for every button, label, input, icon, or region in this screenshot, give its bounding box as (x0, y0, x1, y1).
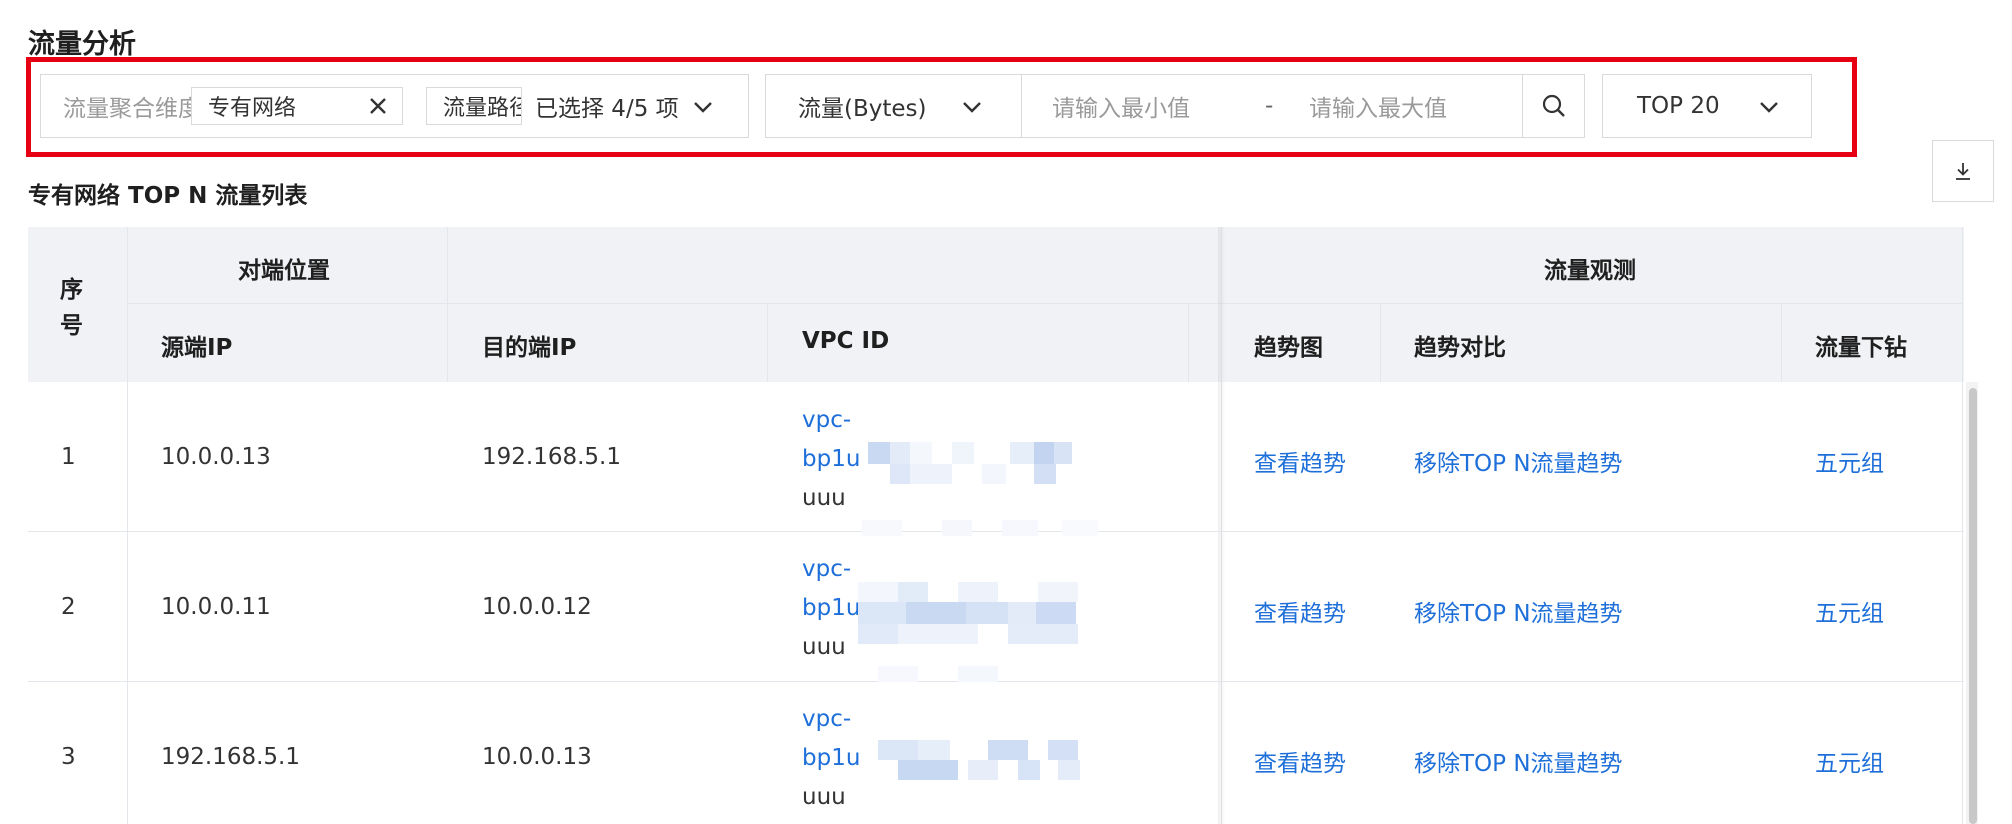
chevron-down-icon (694, 102, 712, 113)
dimension-select[interactable]: 流量聚合维度 专有网络 流量路径 已选择 4/5 项 (40, 74, 749, 138)
remove-compare-link[interactable]: 移除TOP N流量趋势 (1414, 744, 1623, 778)
row-seq: 1 (61, 444, 76, 470)
row-dst-ip: 10.0.0.13 (482, 744, 592, 770)
divider (767, 303, 768, 382)
min-input[interactable]: 请输入最小值 (1052, 89, 1190, 123)
remove-compare-link[interactable]: 移除TOP N流量趋势 (1414, 594, 1623, 628)
chevron-down-icon (963, 102, 981, 113)
five-tuple-link[interactable]: 五元组 (1815, 444, 1884, 478)
divider (447, 227, 448, 382)
close-icon[interactable] (366, 94, 390, 118)
vpc-id-line1: vpc- (802, 556, 852, 582)
header-drill: 流量下钻 (1815, 335, 1907, 361)
header-seq: 序号 (60, 277, 83, 339)
sticky-shadow (1218, 227, 1226, 824)
vpc-id-line3: uuu (802, 485, 846, 511)
vpc-id-line3: uuu (802, 634, 846, 660)
divider (1962, 227, 1963, 824)
divider (1781, 303, 1782, 382)
row-src-ip: 10.0.0.11 (161, 594, 271, 620)
redacted-mosaic (878, 740, 1080, 780)
header-compare: 趋势对比 (1414, 335, 1506, 361)
metric-value: 流量(Bytes) (798, 96, 927, 122)
search-button[interactable] (1522, 74, 1585, 138)
max-input[interactable]: 请输入最大值 (1309, 89, 1447, 123)
range-input: 请输入最小值 - 请输入最大值 (1021, 74, 1524, 138)
vpc-id-line2: bp1u (802, 745, 861, 771)
top-n-value: TOP 20 (1637, 93, 1720, 119)
tag-path: 流量路径 (426, 87, 522, 125)
redacted-mosaic (858, 582, 1078, 682)
table-title: 专有网络 TOP N 流量列表 (28, 183, 308, 209)
header-vpc-id: VPC ID (802, 328, 890, 354)
view-trend-link[interactable]: 查看趋势 (1254, 444, 1346, 478)
dimension-label: 流量聚合维度 (63, 96, 201, 122)
tag-vpc: 专有网络 (191, 87, 403, 125)
range-separator: - (1265, 93, 1274, 119)
divider (1380, 303, 1381, 382)
row-src-ip: 10.0.0.13 (161, 444, 271, 470)
download-button[interactable] (1932, 140, 1994, 202)
divider (127, 227, 128, 824)
chevron-down-icon (1760, 102, 1778, 113)
row-seq: 2 (61, 594, 76, 620)
header-dst-ip: 目的端IP (482, 335, 577, 361)
vpc-id-line1: vpc- (802, 706, 852, 732)
scrollbar-thumb[interactable] (1969, 388, 1977, 824)
redacted-mosaic (862, 442, 1098, 536)
view-trend-link[interactable]: 查看趋势 (1254, 744, 1346, 778)
row-src-ip: 192.168.5.1 (161, 744, 300, 770)
row-vpc-id[interactable]: vpc- bp1u uuu (802, 401, 860, 518)
vpc-id-line2: bp1u (802, 446, 861, 472)
vpc-id-line1: vpc- (802, 407, 852, 433)
tag-label: 流量路径 (443, 96, 521, 121)
download-icon (1956, 163, 1970, 180)
selected-count: 已选择 4/5 项 (535, 96, 679, 122)
vpc-id-line2: bp1u (802, 595, 861, 621)
view-trend-link[interactable]: 查看趋势 (1254, 594, 1346, 628)
five-tuple-link[interactable]: 五元组 (1815, 594, 1884, 628)
header-group-peer: 对端位置 (238, 258, 330, 284)
row-vpc-id[interactable]: vpc- bp1u uuu (802, 700, 860, 817)
top-n-select[interactable]: TOP 20 (1602, 74, 1812, 138)
row-dst-ip: 10.0.0.12 (482, 594, 592, 620)
row-dst-ip: 192.168.5.1 (482, 444, 621, 470)
divider (1188, 303, 1189, 382)
page-title: 流量分析 (28, 29, 136, 60)
search-icon (1542, 94, 1565, 117)
five-tuple-link[interactable]: 五元组 (1815, 744, 1884, 778)
row-seq: 3 (61, 744, 76, 770)
header-trend: 趋势图 (1254, 335, 1323, 361)
row-vpc-id[interactable]: vpc- bp1u uuu (802, 550, 860, 667)
metric-select[interactable]: 流量(Bytes) (765, 74, 1022, 138)
header-src-ip: 源端IP (161, 335, 233, 361)
header-group-flow: 流量观测 (1544, 258, 1636, 284)
divider (127, 303, 1963, 304)
tag-label: 专有网络 (208, 96, 297, 121)
vpc-id-line3: uuu (802, 784, 846, 810)
remove-compare-link[interactable]: 移除TOP N流量趋势 (1414, 444, 1623, 478)
